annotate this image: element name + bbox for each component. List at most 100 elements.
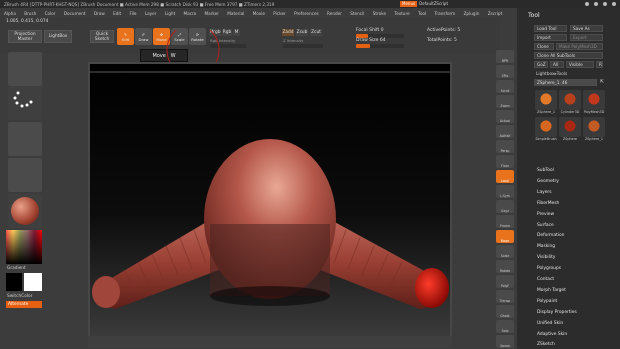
view-aahalf-button[interactable]: AAHalf (496, 125, 514, 138)
menu-tool[interactable]: Tool (418, 11, 426, 16)
document-canvas[interactable] (90, 64, 450, 336)
menu-zplugin[interactable]: Zplugin (464, 11, 480, 16)
menu-picker[interactable]: Picker (273, 11, 285, 16)
load-tool-button[interactable]: Load Tool (534, 25, 567, 32)
section-zsketch[interactable]: ZSketch (537, 342, 555, 347)
menu-light[interactable]: Light (165, 11, 175, 16)
menu-marker[interactable]: Marker (205, 11, 219, 16)
view-transp-button[interactable]: Transp (496, 290, 514, 303)
clone-button[interactable]: Clone (534, 43, 554, 50)
view-move-button[interactable]: Move (496, 230, 514, 243)
view-xpose-button[interactable]: Xpose (496, 335, 514, 348)
menu-brush[interactable]: Brush (24, 11, 36, 16)
view-scroll-button[interactable]: Scroll (496, 80, 514, 93)
section-masking[interactable]: Masking (537, 244, 555, 249)
view-actual-button[interactable]: Actual (496, 110, 514, 123)
lightbox-button[interactable]: LightBox (44, 30, 72, 43)
section-unified-skin[interactable]: Unified Skin (537, 321, 563, 326)
alternate-button[interactable]: Alternate (6, 301, 42, 308)
menu-layer[interactable]: Layer (145, 11, 157, 16)
goz-button[interactable]: GoZ (534, 61, 548, 68)
zsub-button[interactable]: Zsub (296, 29, 308, 36)
menu-edit[interactable]: Edit (113, 11, 121, 16)
view-zoom-button[interactable]: Zoom (496, 95, 514, 108)
draw-button[interactable]: ✐ Draw (135, 28, 152, 45)
main-color-swatch[interactable] (6, 273, 22, 291)
section-morph-target[interactable]: Morph Target (537, 288, 566, 293)
view-gxyz-button[interactable]: Gxyz (496, 200, 514, 213)
edit-button[interactable]: ✎ Edit (117, 28, 134, 45)
section-visibility[interactable]: Visibility (537, 255, 555, 260)
zadd-button[interactable]: Zadd (282, 29, 294, 36)
view-frame-button[interactable]: Frame (496, 215, 514, 228)
section-polypaint[interactable]: Polypaint (537, 299, 557, 304)
menu-transform[interactable]: Transform (434, 11, 455, 16)
tool-thumb-zsphere[interactable] (559, 117, 581, 137)
view-local-button[interactable]: Local (496, 170, 514, 183)
section-surface[interactable]: Surface (537, 223, 554, 228)
section-contact[interactable]: Contact (537, 277, 554, 282)
view-spix-button[interactable]: SPix (496, 65, 514, 78)
menu-material[interactable]: Material (227, 11, 244, 16)
menu-texture[interactable]: Texture (394, 11, 409, 16)
export-button[interactable]: Export (570, 34, 603, 41)
help-icon[interactable] (585, 2, 589, 6)
tool-thumb-simplebrush[interactable] (535, 117, 557, 137)
menu-stencil[interactable]: Stencil (350, 11, 364, 16)
section-fibermesh[interactable]: FiberMesh (537, 201, 559, 206)
draw-size-slider[interactable] (356, 44, 404, 48)
material-thumbnail[interactable]: SkinShade4 (8, 194, 42, 234)
quick-sketch-button[interactable]: Quick Sketch (90, 30, 114, 43)
view-ghost-button[interactable]: Ghost (496, 305, 514, 318)
color-picker[interactable] (6, 230, 42, 264)
menu-preferences[interactable]: Preferences (294, 11, 319, 16)
section-subtool[interactable]: SubTool (537, 168, 554, 173)
z-intensity-slider[interactable] (283, 44, 323, 48)
close-icon[interactable] (612, 2, 616, 6)
secondary-color-swatch[interactable] (24, 273, 42, 291)
section-deformation[interactable]: Deformation (537, 233, 564, 238)
view-scale-button[interactable]: Scale (496, 245, 514, 258)
view-polyf-button[interactable]: PolyF (496, 275, 514, 288)
view-bpr-button[interactable]: BPR (496, 50, 514, 63)
menu-alpha[interactable]: Alpha (4, 11, 16, 16)
menu-macro[interactable]: Macro (184, 11, 197, 16)
tool-thumb-cylinder3d[interactable] (559, 90, 581, 110)
alpha-thumbnail[interactable] (8, 122, 42, 156)
menu-movie[interactable]: Movie (253, 11, 265, 16)
default-script-button[interactable]: DefaultZScript (417, 1, 450, 7)
menus-toggle-button[interactable]: Menus (400, 1, 418, 7)
tool-thumb-zsphere_1[interactable] (535, 90, 557, 110)
make-polymesh-button[interactable]: Make PolyMesh3D (556, 43, 603, 50)
menu-draw[interactable]: Draw (94, 11, 105, 16)
menu-render[interactable]: Render (327, 11, 342, 16)
texture-thumbnail[interactable]: Texture Off (8, 158, 42, 198)
view-solo-button[interactable]: Solo (496, 320, 514, 333)
section-adaptive-skin[interactable]: Adaptive Skin (537, 332, 567, 337)
all-button[interactable]: All (550, 61, 564, 68)
tool-expand-icon[interactable]: ⇱ (599, 79, 605, 86)
tool-thumb-zsphere_1[interactable] (583, 117, 605, 137)
r-button[interactable]: R (596, 61, 603, 68)
m-button[interactable]: M (233, 29, 240, 36)
minimize-icon[interactable] (594, 2, 598, 6)
projection-master-button[interactable]: Projection Master (8, 30, 42, 43)
visible-button[interactable]: Visible (566, 61, 594, 68)
view-rotate-button[interactable]: Rotate (496, 260, 514, 273)
tool-thumb-polymesh3d[interactable] (583, 90, 605, 110)
import-button[interactable]: Import (534, 34, 567, 41)
menu-stroke[interactable]: Stroke (373, 11, 386, 16)
section-preview[interactable]: Preview (537, 212, 554, 217)
section-geometry[interactable]: Geometry (537, 179, 559, 184)
section-display-properties[interactable]: Display Properties (537, 310, 577, 315)
stroke-thumbnail[interactable] (8, 86, 42, 120)
maximize-icon[interactable] (603, 2, 607, 6)
view-persp-button[interactable]: Persp (496, 140, 514, 153)
save-as-button[interactable]: Save As (570, 25, 603, 32)
section-polygroups[interactable]: Polygroups (537, 266, 561, 271)
zcut-button[interactable]: Zcut (310, 29, 322, 36)
clone-all-subtools-button[interactable]: Clone All SubTools (534, 52, 603, 59)
menu-zscript[interactable]: Zscript (488, 11, 503, 16)
menu-color[interactable]: Color (45, 11, 56, 16)
menu-file[interactable]: File (129, 11, 136, 16)
